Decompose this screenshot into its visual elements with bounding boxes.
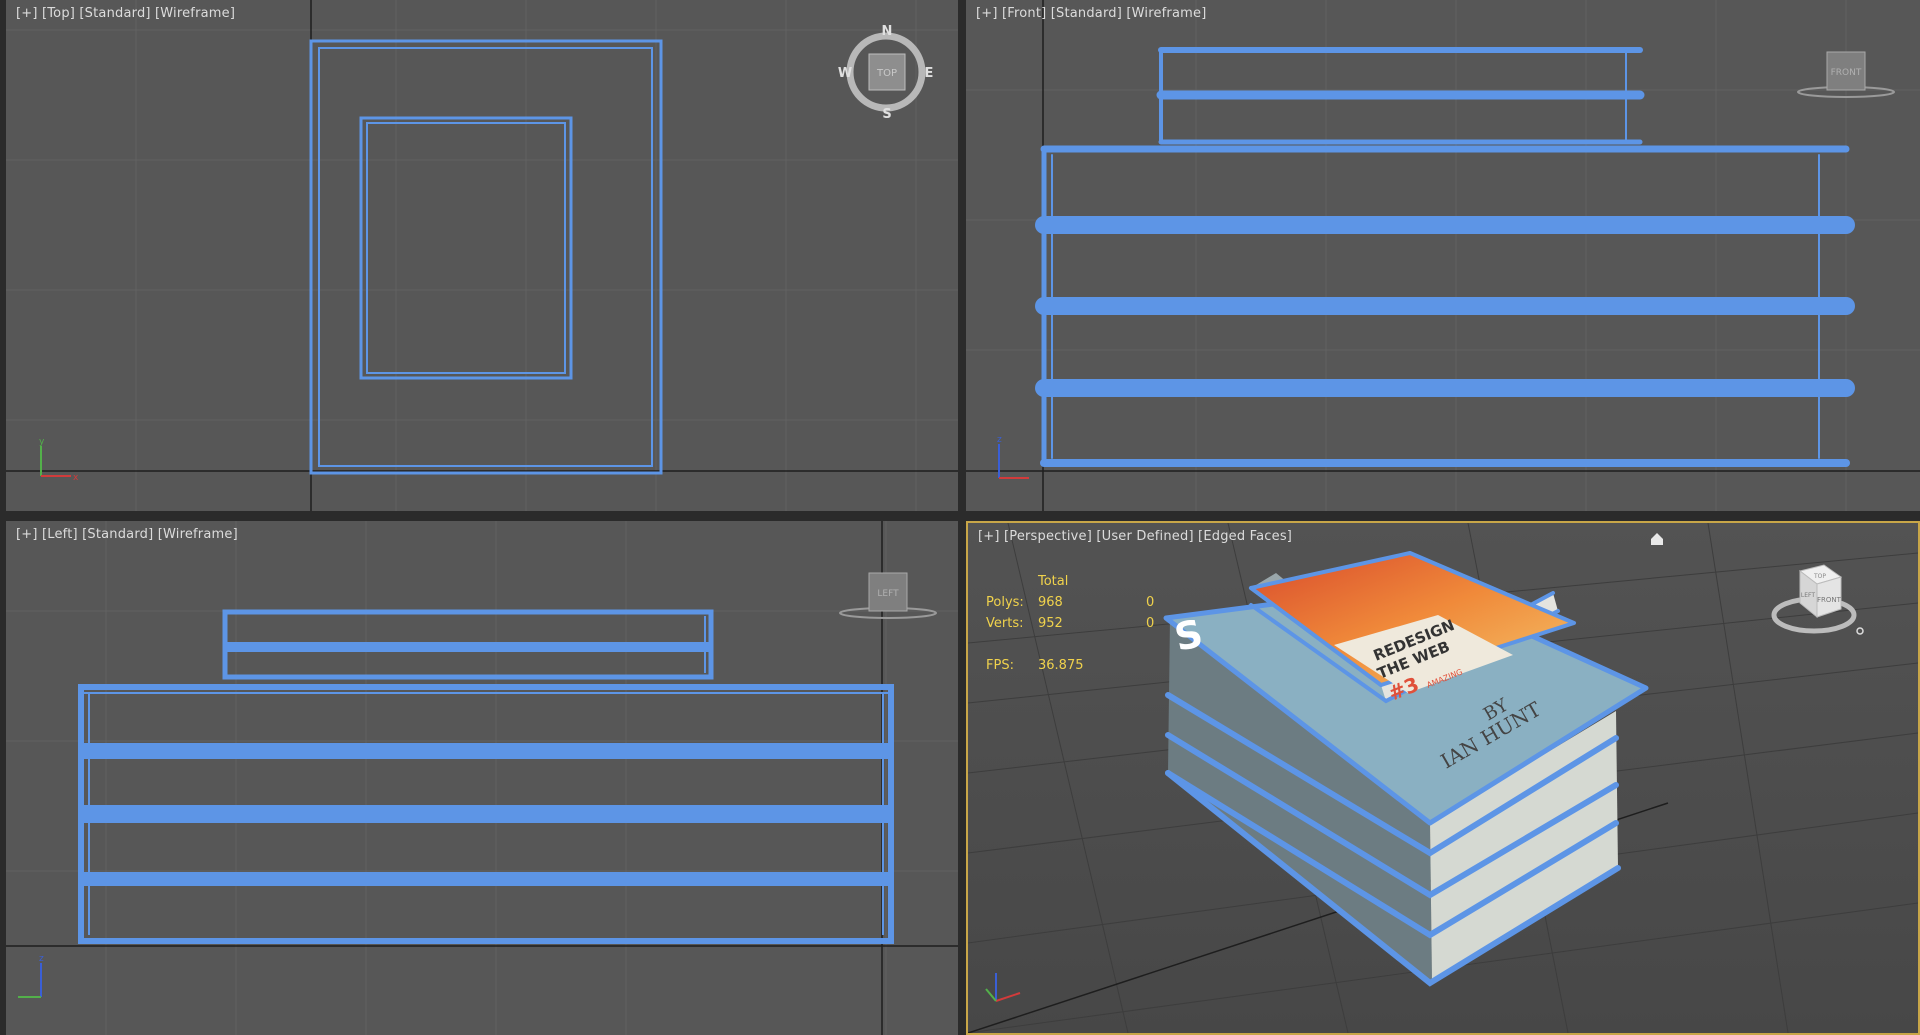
stats-fps-value: 36.875 — [1038, 658, 1084, 673]
stats-verts-label: Verts: — [986, 616, 1024, 631]
viewport-perspective[interactable]: S BY IAN HUNT REDESIGN THE WEB #3 AMAZIN… — [966, 521, 1920, 1035]
viewport-left[interactable]: z LEFT [+] [Left] [Standard] [Wireframe] — [6, 521, 958, 1035]
viewport-top-label[interactable]: [+] [Top] [Standard] [Wireframe] — [16, 6, 235, 21]
viewcube-left-label: LEFT — [1801, 592, 1815, 599]
axis-tripod: y x — [39, 437, 79, 483]
stats-total-header: Total — [1038, 574, 1069, 589]
svg-text:W: W — [838, 66, 852, 81]
gizmo-left-label: LEFT — [877, 589, 899, 599]
gizmo-top-label: TOP — [876, 68, 897, 79]
viewport-perspective-label[interactable]: [+] [Perspective] [User Defined] [Edged … — [978, 529, 1292, 544]
svg-text:E: E — [925, 66, 934, 81]
viewport-top[interactable]: y x TOP N S E W [+] [Top] [Standard] [Wi… — [6, 0, 958, 511]
stats-polys-value: 968 — [1038, 595, 1063, 610]
front-view-canvas[interactable]: z FRONT — [966, 0, 1920, 511]
svg-text:x: x — [73, 473, 79, 483]
stats-fps-label: FPS: — [986, 658, 1014, 673]
front-wireframe — [1035, 47, 1855, 467]
stats-verts-value: 952 — [1038, 616, 1063, 631]
top-view-canvas[interactable]: y x TOP N S E W — [6, 0, 958, 511]
svg-text:y: y — [39, 437, 45, 447]
viewcube-top-label: TOP — [1813, 573, 1826, 580]
top-wireframe — [309, 39, 663, 475]
svg-text:N: N — [882, 24, 893, 39]
viewport-left-label[interactable]: [+] [Left] [Standard] [Wireframe] — [16, 527, 238, 542]
stats-polys-selected: 0 — [1146, 595, 1155, 610]
svg-text:z: z — [997, 435, 1002, 445]
svg-text:z: z — [39, 954, 44, 964]
perspective-view-canvas[interactable]: S BY IAN HUNT REDESIGN THE WEB #3 AMAZIN… — [968, 523, 1918, 1033]
left-wireframe — [78, 609, 894, 944]
axis-tripod: z — [18, 954, 44, 998]
svg-text:S: S — [882, 107, 891, 122]
viewport-front[interactable]: z FRONT [+] [Front] [Standard] [Wirefram… — [966, 0, 1920, 511]
viewport-front-label[interactable]: [+] [Front] [Standard] [Wireframe] — [976, 6, 1206, 21]
stats-verts-selected: 0 — [1146, 616, 1155, 631]
compass-navigation-gizmo[interactable]: TOP N S E W — [838, 24, 934, 122]
stats-polys-label: Polys: — [986, 595, 1024, 610]
viewcube-front-label: FRONT — [1817, 596, 1842, 604]
gizmo-front-label: FRONT — [1831, 68, 1862, 78]
left-view-canvas[interactable]: z LEFT — [6, 521, 958, 1035]
